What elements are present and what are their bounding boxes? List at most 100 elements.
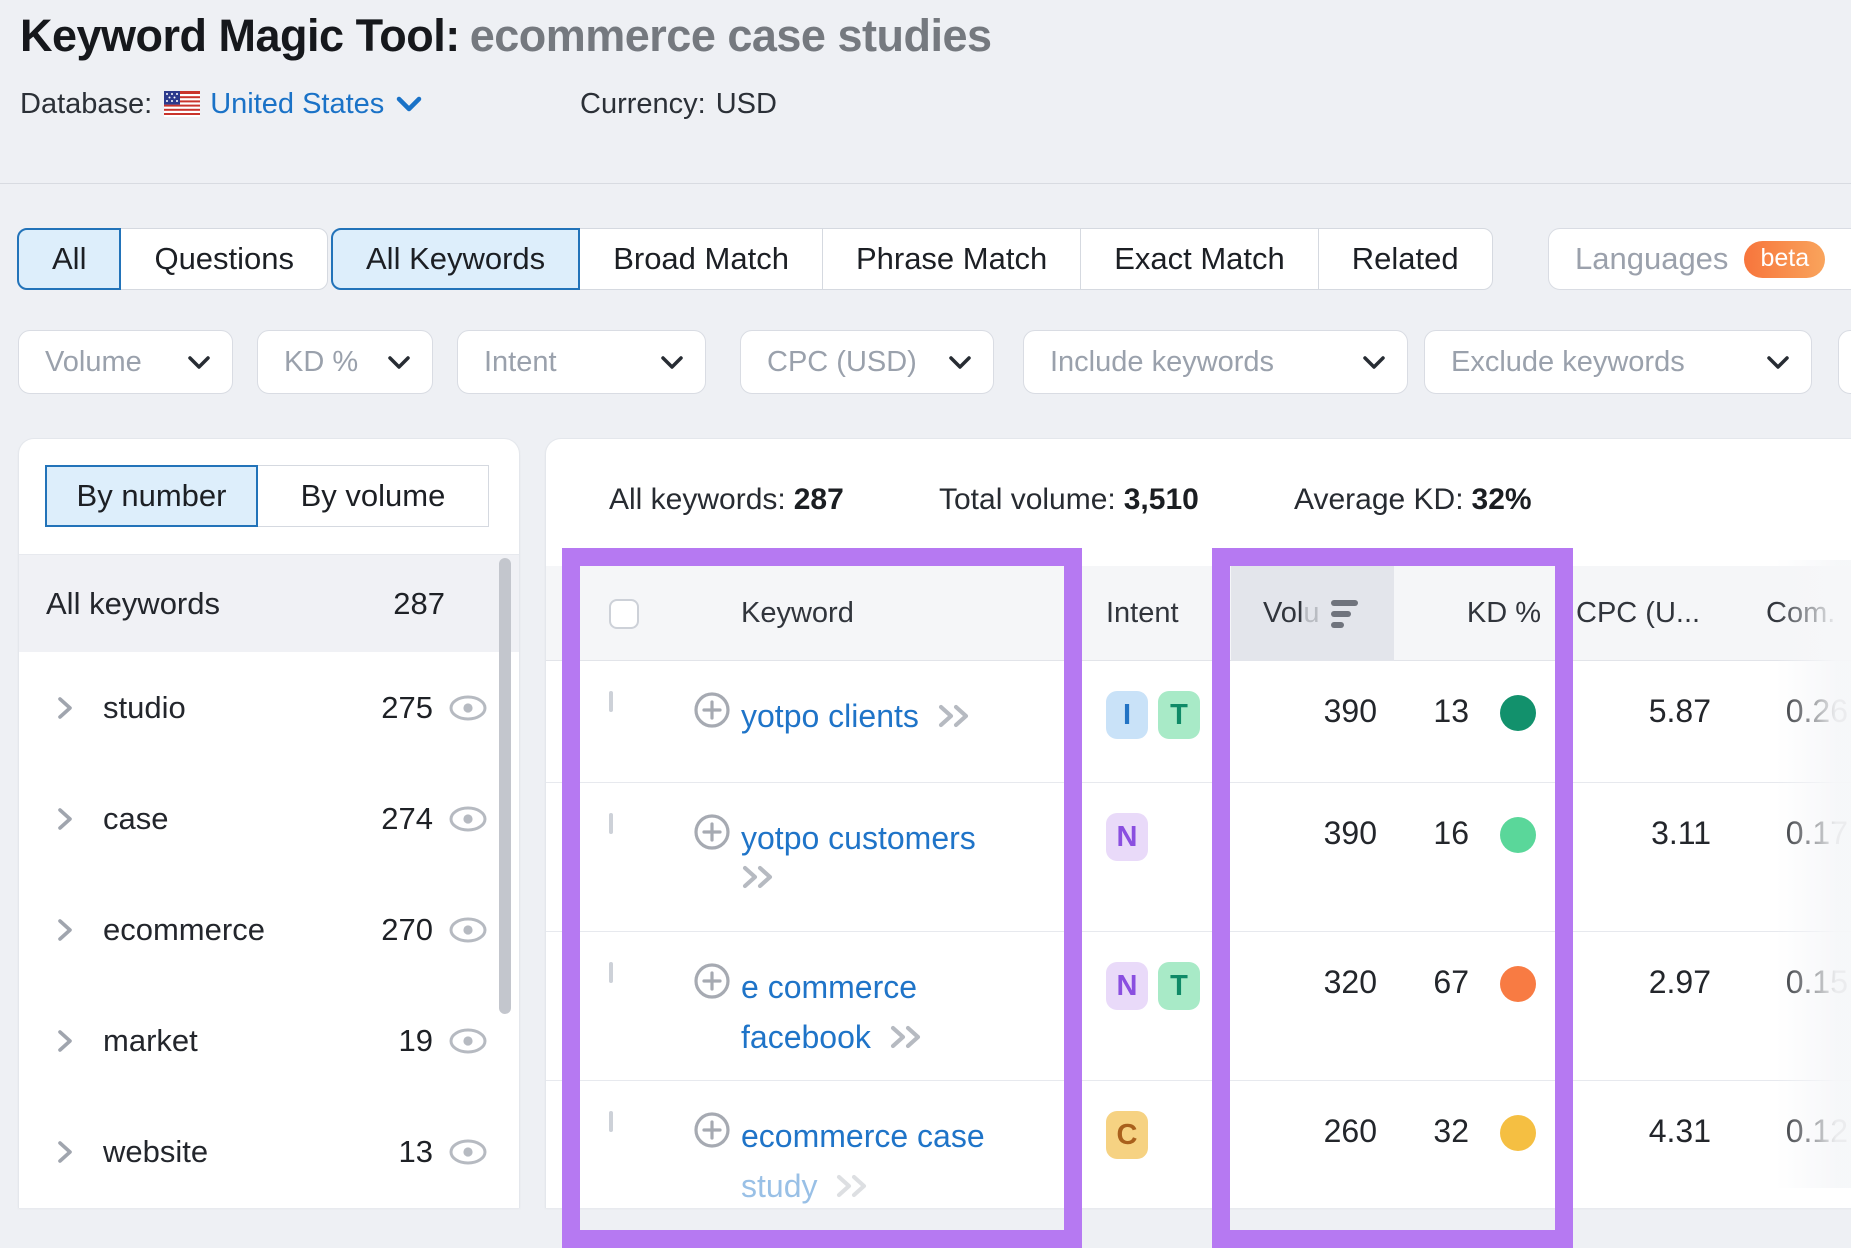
volume-value: 390 (1244, 693, 1377, 730)
toggle-by-volume[interactable]: By volume (257, 465, 489, 527)
filter-intent[interactable]: Intent (457, 330, 706, 394)
kd-value: 13 (1379, 693, 1469, 730)
filter-cpc-label: CPC (USD) (767, 346, 917, 379)
filter-cpc[interactable]: CPC (USD) (740, 330, 994, 394)
keyword-cell: yotpo clients (741, 691, 1081, 741)
group-label: website (103, 1134, 353, 1170)
intent-badge-navigational: N (1106, 813, 1148, 861)
column-label: Intent (1106, 597, 1179, 630)
group-ecommerce[interactable]: ecommerce 270 (19, 874, 519, 985)
group-label: ecommerce (103, 912, 353, 948)
column-header-cpc[interactable]: CPC (U... (1576, 566, 1700, 661)
eye-icon[interactable] (447, 804, 489, 834)
chevron-right-icon (55, 806, 79, 832)
group-label: case (103, 801, 353, 837)
column-header-com[interactable]: Com. (1766, 566, 1835, 661)
keyword-link[interactable]: yotpo customers (741, 813, 976, 863)
group-label: All keywords (46, 586, 393, 622)
beta-badge: beta (1744, 241, 1825, 278)
chevron-right-icon (55, 695, 79, 721)
chevron-right-icon (55, 1139, 79, 1165)
kd-value: 32 (1379, 1113, 1469, 1150)
filter-kd[interactable]: KD % (257, 330, 433, 394)
column-header-kd[interactable]: KD % (1416, 566, 1541, 661)
group-count: 19 (353, 1023, 433, 1059)
keyword-group-list: All keywords 287 studio 275 case 274 eco… (19, 554, 519, 1207)
tab-related[interactable]: Related (1318, 228, 1493, 290)
group-count: 275 (353, 690, 433, 726)
tab-questions[interactable]: Questions (120, 228, 328, 290)
row-checkbox-cell (609, 964, 613, 982)
group-count: 287 (393, 586, 445, 622)
eye-icon[interactable] (447, 1026, 489, 1056)
add-keyword-button[interactable] (693, 1111, 731, 1149)
group-studio[interactable]: studio 275 (19, 652, 519, 763)
competition-value: 0.26 (1726, 693, 1848, 730)
row-checkbox[interactable] (609, 691, 613, 712)
table-stats-row: All keywords:287 Total volume:3,510 Aver… (546, 439, 1851, 566)
group-market[interactable]: market 19 (19, 985, 519, 1096)
row-checkbox[interactable] (609, 962, 613, 983)
chevron-down-icon (661, 355, 683, 370)
keyword-link[interactable]: ecommerce case (741, 1111, 985, 1161)
select-all-checkbox-cell (609, 566, 639, 661)
toggle-by-number[interactable]: By number (45, 465, 258, 527)
group-count: 274 (353, 801, 433, 837)
kd-difficulty-dot (1500, 1115, 1536, 1151)
select-all-checkbox[interactable] (609, 599, 639, 629)
column-header-volume[interactable]: Volu (1263, 566, 1358, 661)
row-checkbox-cell (609, 693, 613, 711)
keyword-link[interactable]: e commerce (741, 962, 917, 1012)
group-count: 13 (353, 1134, 433, 1170)
tool-name: Keyword Magic Tool: (20, 10, 460, 61)
eye-icon[interactable] (447, 1137, 489, 1167)
kd-value: 16 (1379, 815, 1469, 852)
keyword-link[interactable]: study (741, 1161, 817, 1211)
chevron-right-icon (55, 1028, 79, 1054)
group-website[interactable]: website 13 (19, 1096, 519, 1207)
tab-broad-match[interactable]: Broad Match (579, 228, 823, 290)
double-chevron-icon[interactable] (835, 1172, 871, 1200)
keyword-link[interactable]: yotpo clients (741, 691, 919, 741)
double-chevron-icon[interactable] (937, 702, 973, 730)
languages-button[interactable]: Languages beta (1548, 228, 1851, 290)
row-checkbox[interactable] (609, 1111, 613, 1132)
filter-include-keywords[interactable]: Include keywords (1023, 330, 1408, 394)
keyword-link[interactable]: facebook (741, 1012, 871, 1062)
cpc-value: 5.87 (1586, 693, 1711, 730)
add-keyword-button[interactable] (693, 962, 731, 1000)
database-selector[interactable]: United States (164, 88, 422, 121)
column-label: CPC (U... (1576, 597, 1700, 630)
sidebar-scrollbar[interactable] (499, 558, 511, 1014)
chevron-down-icon (188, 355, 210, 370)
row-checkbox[interactable] (609, 813, 613, 834)
row-checkbox-cell (609, 815, 613, 833)
group-all-keywords[interactable]: All keywords 287 (19, 555, 519, 652)
tabs-row: All Questions All Keywords Broad Match P… (0, 228, 1851, 290)
intent-badge-navigational: N (1106, 962, 1148, 1010)
group-label: market (103, 1023, 353, 1059)
tab-exact-match[interactable]: Exact Match (1080, 228, 1319, 290)
tab-phrase-match[interactable]: Phrase Match (822, 228, 1081, 290)
double-chevron-icon[interactable] (889, 1023, 925, 1051)
table-row: yotpo clients I T 390 13 5.87 0.26 (546, 661, 1851, 783)
eye-icon[interactable] (447, 693, 489, 723)
filter-exclude-keywords[interactable]: Exclude keywords (1424, 330, 1812, 394)
table-row: yotpo customers N 390 16 3.11 0.17 (546, 783, 1851, 932)
filter-volume[interactable]: Volume (18, 330, 233, 394)
tab-all[interactable]: All (17, 228, 121, 290)
competition-value: 0.15 (1726, 964, 1848, 1001)
eye-icon[interactable] (447, 915, 489, 945)
volume-value: 260 (1244, 1113, 1377, 1150)
filter-partial-cutoff[interactable] (1838, 330, 1851, 394)
keyword-groups-sidebar: By number By volume All keywords 287 stu… (18, 438, 520, 1208)
tab-all-keywords[interactable]: All Keywords (331, 228, 580, 290)
keyword-cell: yotpo customers (741, 813, 1081, 891)
group-case[interactable]: case 274 (19, 763, 519, 874)
double-chevron-icon[interactable] (741, 863, 777, 891)
intent-badge-transactional: T (1158, 691, 1200, 739)
stat-total-volume: Total volume:3,510 (939, 483, 1199, 517)
add-keyword-button[interactable] (693, 691, 731, 729)
stat-value: 287 (794, 483, 844, 516)
add-keyword-button[interactable] (693, 813, 731, 851)
